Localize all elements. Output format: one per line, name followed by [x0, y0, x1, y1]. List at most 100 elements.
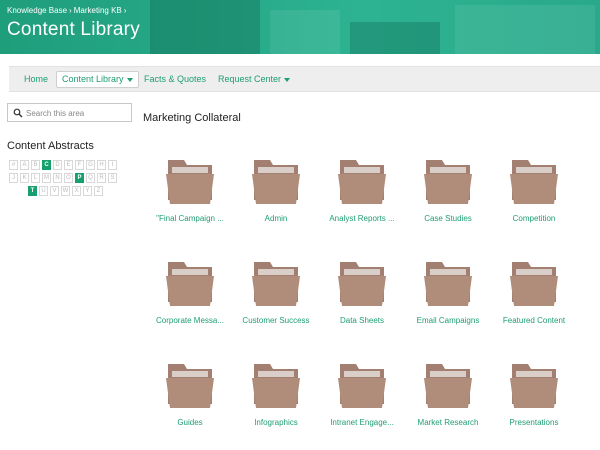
letter-filter-b: B — [31, 160, 40, 170]
nav-home[interactable]: Home — [19, 71, 53, 88]
folder-label: Infographics — [254, 418, 298, 427]
alphabet-row: JKLMNOPQRS — [9, 173, 117, 183]
folder-icon — [166, 262, 214, 306]
letter-filter-k: K — [20, 173, 29, 183]
letter-filter-n: N — [53, 173, 62, 183]
nav-request-center-label: Request Center — [218, 74, 282, 84]
folder-item[interactable]: Case Studies — [405, 160, 491, 250]
folder-icon — [166, 364, 214, 408]
letter-filter-p[interactable]: P — [75, 173, 84, 183]
folder-label: Admin — [264, 214, 288, 223]
folder-icon — [166, 160, 214, 204]
folder-item[interactable]: Competition — [491, 160, 577, 250]
letter-filter-m: M — [42, 173, 51, 183]
folder-label: Intranet Engage... — [330, 418, 394, 427]
folder-label: Guides — [177, 418, 203, 427]
caret-down-icon — [284, 77, 291, 82]
letter-filter-v: V — [50, 186, 59, 196]
header-banner: Knowledge Base › Marketing KB › Content Lib… — [0, 0, 600, 54]
folder-label: Corporate Messa... — [155, 316, 225, 325]
letter-filter-w: W — [61, 186, 70, 196]
search-icon[interactable] — [13, 108, 23, 118]
letter-filter-a: A — [20, 160, 29, 170]
folder-label: Market Research — [417, 418, 479, 427]
letter-filter-number: # — [9, 160, 18, 170]
folder-item[interactable]: Featured Content — [491, 262, 577, 352]
letter-filter-h: H — [97, 160, 106, 170]
folder-item[interactable]: Guides — [147, 364, 233, 450]
folder-item[interactable]: "Final Campaign ... — [147, 160, 233, 250]
letter-filter-r: R — [97, 173, 106, 183]
letter-filter-y: Y — [83, 186, 92, 196]
section-title: Marketing Collateral — [143, 112, 241, 124]
letter-filter-z: Z — [94, 186, 103, 196]
letter-filter-i: I — [108, 160, 117, 170]
banner-decoration — [455, 5, 595, 54]
folder-label: Analyst Reports ... — [329, 214, 395, 223]
letter-filter-j: J — [9, 173, 18, 183]
folder-icon — [252, 160, 300, 204]
letter-filter-f: F — [75, 160, 84, 170]
folder-item[interactable]: Data Sheets — [319, 262, 405, 352]
letter-filter-c[interactable]: C — [42, 160, 51, 170]
folder-item[interactable]: Presentations — [491, 364, 577, 450]
letter-filter-u: U — [39, 186, 48, 196]
folder-item[interactable]: Market Research — [405, 364, 491, 450]
breadcrumb-separator: › — [123, 6, 127, 15]
alphabet-row: TUVWXYZ — [28, 186, 103, 196]
breadcrumb-knowledge-base[interactable]: Knowledge Base — [7, 6, 67, 15]
search-input[interactable] — [26, 106, 130, 120]
folder-item[interactable]: Intranet Engage... — [319, 364, 405, 450]
folder-icon — [338, 364, 386, 408]
breadcrumb-separator: › — [69, 6, 72, 15]
folder-label: Featured Content — [502, 316, 566, 325]
folder-item[interactable]: Admin — [233, 160, 319, 250]
nav-facts-quotes[interactable]: Facts & Quotes — [139, 71, 211, 88]
letter-filter-e: E — [64, 160, 73, 170]
nav-bar: Home Content Library Facts & Quotes Requ… — [9, 66, 600, 92]
folder-icon — [252, 262, 300, 306]
folder-icon — [338, 262, 386, 306]
folder-label: Competition — [512, 214, 556, 223]
folder-icon — [510, 262, 558, 306]
banner-decoration — [270, 10, 340, 54]
banner-decoration — [150, 0, 260, 54]
folder-item[interactable]: Corporate Messa... — [147, 262, 233, 352]
folder-item[interactable]: Email Campaigns — [405, 262, 491, 352]
folder-label: "Final Campaign ... — [156, 214, 224, 223]
folder-label: Case Studies — [424, 214, 472, 223]
nav-request-center[interactable]: Request Center — [213, 71, 295, 88]
folder-label: Email Campaigns — [416, 316, 480, 325]
folder-icon — [424, 262, 472, 306]
folder-label: Customer Success — [242, 316, 310, 325]
folder-item[interactable]: Analyst Reports ... — [319, 160, 405, 250]
folder-item[interactable]: Customer Success — [233, 262, 319, 352]
nav-content-library-label: Content Library — [62, 74, 124, 84]
folder-label: Presentations — [509, 418, 559, 427]
folder-icon — [252, 364, 300, 408]
letter-filter-t[interactable]: T — [28, 186, 37, 196]
folder-icon — [424, 364, 472, 408]
letter-filter-s: S — [108, 173, 117, 183]
caret-down-icon — [126, 77, 133, 82]
nav-content-library[interactable]: Content Library — [56, 71, 139, 88]
breadcrumb: Knowledge Base › Marketing KB › — [7, 6, 128, 15]
letter-filter-g: G — [86, 160, 95, 170]
folder-icon — [510, 160, 558, 204]
search-box — [7, 103, 132, 122]
letter-filter-x: X — [72, 186, 81, 196]
banner-decoration — [350, 22, 440, 54]
letter-filter-o: O — [64, 173, 73, 183]
alphabet-row: # A B C D E F G H I — [9, 160, 117, 170]
folder-icon — [424, 160, 472, 204]
letter-filter-q: Q — [86, 173, 95, 183]
page-title: Content Library — [7, 19, 140, 40]
folder-icon — [510, 364, 558, 408]
folder-label: Data Sheets — [339, 316, 385, 325]
letter-filter-d: D — [53, 160, 62, 170]
folder-item[interactable]: Infographics — [233, 364, 319, 450]
folder-icon — [338, 160, 386, 204]
letter-filter-l: L — [31, 173, 40, 183]
breadcrumb-marketing-kb[interactable]: Marketing KB — [74, 6, 122, 15]
content-abstracts-title: Content Abstracts — [7, 140, 94, 152]
